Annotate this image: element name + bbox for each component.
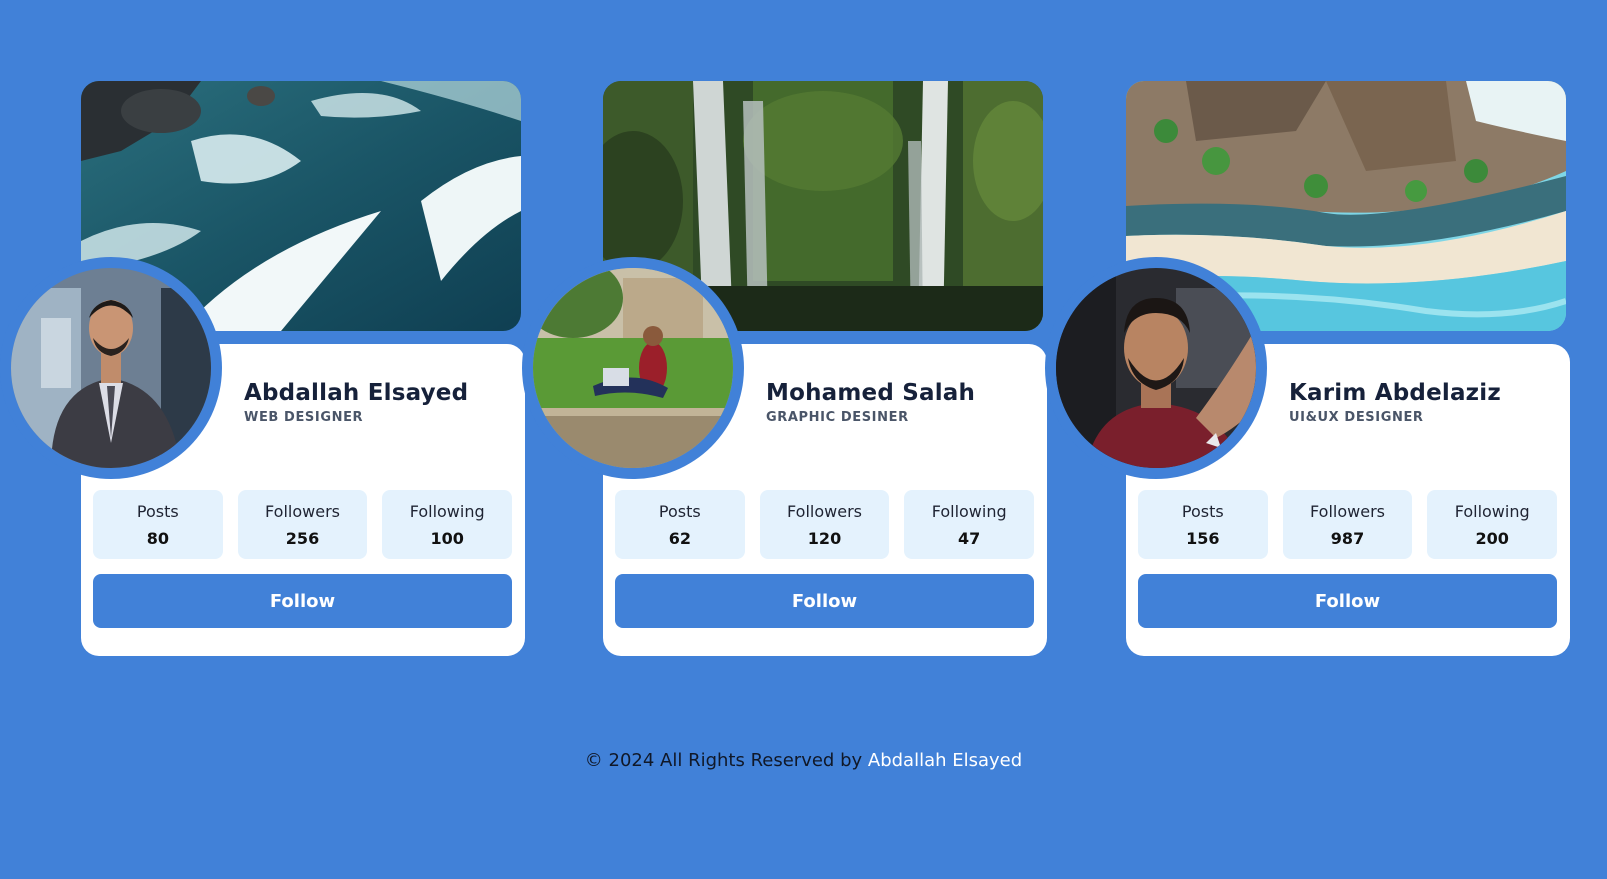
- footer: © 2024 All Rights Reserved by Abdallah E…: [0, 750, 1607, 771]
- follow-button[interactable]: Follow: [93, 574, 512, 628]
- avatar: [533, 268, 733, 468]
- stat-value: 62: [668, 528, 691, 548]
- stat-label: Followers: [265, 501, 340, 521]
- stat-value: 120: [807, 528, 842, 548]
- stat-following: Following 47: [904, 490, 1035, 559]
- stats-row: Posts 156 Followers 987 Following 200: [1138, 490, 1558, 559]
- stat-following: Following 100: [382, 490, 513, 559]
- stat-following: Following 200: [1427, 490, 1558, 559]
- stat-posts: Posts 156: [1138, 490, 1268, 559]
- stat-followers: Followers 987: [1282, 490, 1413, 559]
- stat-value: 987: [1330, 528, 1365, 548]
- follow-button[interactable]: Follow: [1138, 574, 1557, 628]
- copyright-text: © 2024 All Rights Reserved by: [584, 750, 868, 771]
- stat-followers: Followers 256: [237, 490, 368, 559]
- man-sitting-on-grass-avatar-image: [533, 268, 733, 468]
- profile-name: Karim Abdelaziz: [1289, 380, 1501, 406]
- profile-name: Mohamed Salah: [766, 380, 976, 406]
- avatar-ring: [522, 257, 744, 479]
- stat-label: Following: [409, 501, 485, 521]
- stat-label: Followers: [1310, 501, 1385, 521]
- stats-row: Posts 62 Followers 120 Following 47: [615, 490, 1035, 559]
- stat-value: 256: [285, 528, 320, 548]
- stat-value: 80: [146, 528, 169, 548]
- stat-value: 100: [430, 528, 464, 548]
- stat-label: Posts: [136, 501, 179, 521]
- man-in-suit-avatar-image: [11, 268, 211, 468]
- stat-label: Posts: [1181, 501, 1224, 521]
- man-selfie-in-car-avatar-image: [1056, 268, 1256, 468]
- stat-followers: Followers 120: [759, 490, 890, 559]
- stat-label: Posts: [658, 501, 701, 521]
- stats-row: Posts 80 Followers 256 Following 100: [93, 490, 513, 559]
- avatar-ring: [0, 257, 222, 479]
- avatar-ring: [1045, 257, 1267, 479]
- profile-role: UI&UX DESIGNER: [1289, 410, 1424, 425]
- profile-card-abdallah: Abdallah Elsayed WEB DESIGNER Posts 80 F…: [0, 81, 525, 656]
- profile-name: Abdallah Elsayed: [244, 380, 469, 406]
- stat-label: Followers: [787, 501, 862, 521]
- profile-card-karim: Karim Abdelaziz UI&UX DESIGNER Posts 156…: [1045, 81, 1570, 656]
- stat-posts: Posts 80: [93, 490, 223, 559]
- stat-value: 156: [1186, 528, 1220, 548]
- stat-label: Following: [1454, 501, 1530, 521]
- profile-role: WEB DESIGNER: [244, 410, 364, 425]
- profile-role: GRAPHIC DESINER: [766, 410, 909, 425]
- follow-button[interactable]: Follow: [615, 574, 1034, 628]
- stat-posts: Posts 62: [615, 490, 745, 559]
- stat-label: Following: [931, 501, 1007, 521]
- stat-value: 47: [958, 528, 981, 548]
- avatar: [1056, 268, 1256, 468]
- avatar: [11, 268, 211, 468]
- profile-card-mohamed: Mohamed Salah GRAPHIC DESINER Posts 62 F…: [522, 81, 1047, 656]
- author-link[interactable]: Abdallah Elsayed: [868, 750, 1022, 771]
- stat-value: 200: [1475, 528, 1509, 548]
